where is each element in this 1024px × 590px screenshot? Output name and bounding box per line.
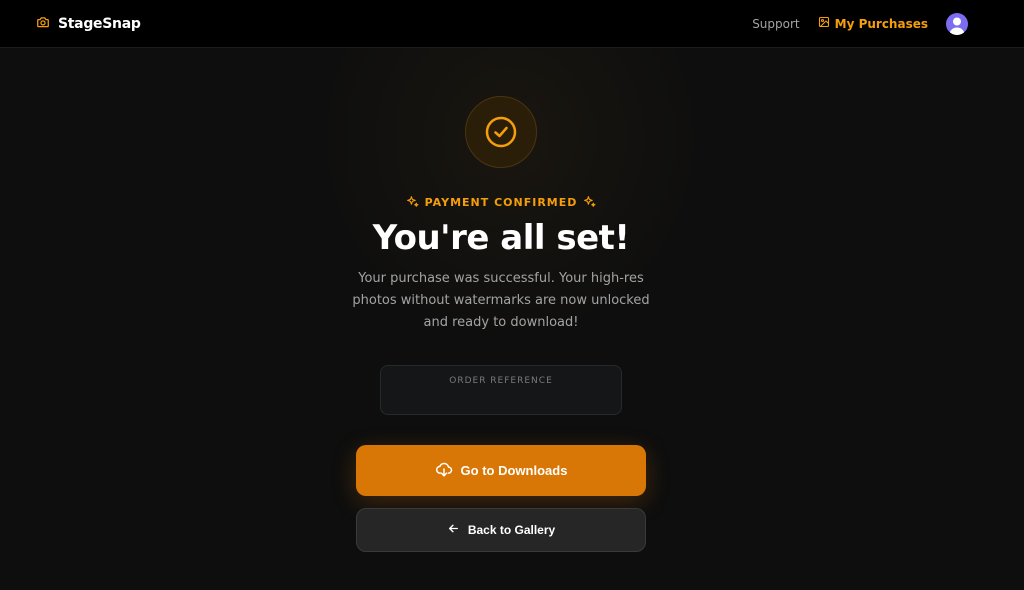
my-purchases-link[interactable]: My Purchases xyxy=(818,16,928,31)
top-navbar: StageSnap Support My Purchases xyxy=(0,0,1024,48)
nav-actions: Support My Purchases xyxy=(752,12,968,35)
image-icon xyxy=(818,16,830,31)
order-reference-label: ORDER REFERENCE xyxy=(449,376,553,386)
brand-name: StageSnap xyxy=(58,15,141,32)
sparkles-icon xyxy=(583,193,596,212)
go-to-downloads-label: Go to Downloads xyxy=(460,463,568,478)
success-description: Your purchase was successful. Your high-… xyxy=(352,271,650,330)
cloud-download-icon xyxy=(435,460,453,481)
page-title: You're all set! xyxy=(372,218,630,258)
check-circle-icon xyxy=(465,96,537,168)
back-to-gallery-button[interactable]: Back to Gallery xyxy=(356,508,646,552)
go-to-downloads-button[interactable]: Go to Downloads xyxy=(356,445,646,496)
camera-icon xyxy=(36,14,50,33)
brand-logo[interactable]: StageSnap xyxy=(36,14,141,33)
support-link[interactable]: Support xyxy=(752,17,799,31)
avatar[interactable] xyxy=(946,12,968,35)
back-to-gallery-label: Back to Gallery xyxy=(467,523,556,537)
payment-confirmed-text: PAYMENT CONFIRMED xyxy=(424,196,578,209)
payment-confirmed-badge: PAYMENT CONFIRMED xyxy=(0,193,1002,212)
arrow-left-icon xyxy=(447,522,460,538)
my-purchases-label: My Purchases xyxy=(834,16,928,31)
sparkles-icon xyxy=(406,193,419,212)
order-reference-box: ORDER REFERENCE xyxy=(380,365,622,415)
